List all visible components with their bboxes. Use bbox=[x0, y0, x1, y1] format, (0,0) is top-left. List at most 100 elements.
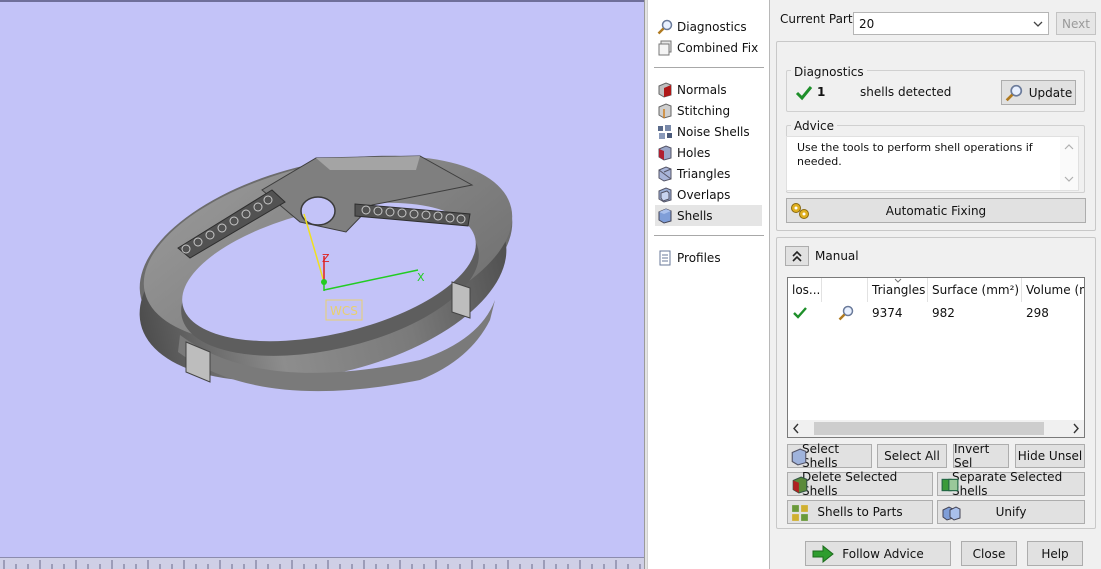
triangles-cell: 9374 bbox=[872, 306, 903, 320]
document-icon bbox=[659, 250, 671, 265]
column-header-label: Triangles bbox=[872, 283, 926, 297]
scroll-right-icon[interactable] bbox=[1072, 423, 1080, 434]
delete-selected-shells-label: Delete Selected Shells bbox=[802, 470, 898, 498]
nav-item-triangles[interactable]: Triangles bbox=[655, 163, 762, 184]
nav-item-label: Diagnostics bbox=[677, 19, 747, 34]
nav-item-stitching[interactable]: Stitching bbox=[655, 100, 762, 121]
ring-model[interactable]: Z X WCS bbox=[0, 0, 644, 569]
shells-cube-icon bbox=[658, 207, 672, 224]
select-all-label: Select All bbox=[884, 449, 940, 463]
current-part-label: Current Part: bbox=[780, 12, 857, 26]
nav-item-normals[interactable]: Normals bbox=[655, 79, 762, 100]
surface-cell: 982 bbox=[932, 306, 955, 320]
hide-unsel-button[interactable]: Hide Unsel bbox=[1015, 444, 1085, 468]
invert-sel-label: Invert Sel bbox=[954, 442, 990, 470]
shell-count: 1 bbox=[817, 85, 826, 99]
inspect-cell[interactable] bbox=[834, 302, 864, 324]
advice-text-box: Use the tools to perform shell operation… bbox=[786, 136, 1079, 191]
manual-label: Manual bbox=[815, 249, 859, 263]
next-button-label: Next bbox=[1062, 16, 1090, 31]
next-button[interactable]: Next bbox=[1056, 12, 1096, 35]
column-triangles[interactable]: Triangles bbox=[868, 278, 928, 302]
column-header-label: Surface (mm²) bbox=[932, 283, 1020, 297]
column-header-label: los... bbox=[792, 283, 821, 297]
update-button[interactable]: Update bbox=[1001, 80, 1076, 105]
column-volume[interactable]: Volume (m bbox=[1022, 278, 1085, 302]
noise-shells-icon bbox=[658, 124, 672, 139]
unify-button[interactable]: Unify bbox=[937, 500, 1085, 524]
scroll-left-icon[interactable] bbox=[792, 423, 800, 434]
column-surface[interactable]: Surface (mm²) bbox=[928, 278, 1022, 302]
nav-divider bbox=[654, 235, 764, 236]
arrow-right-icon bbox=[812, 545, 834, 563]
shells-panel: Current Part: 20 Next Diagnostics 1 shel… bbox=[771, 0, 1101, 569]
nav-item-holes[interactable]: Holes bbox=[655, 142, 762, 163]
nav-item-overlaps[interactable]: Overlaps bbox=[655, 184, 762, 205]
separate-shells-icon bbox=[941, 478, 959, 492]
nav-item-shells[interactable]: Shells bbox=[655, 205, 762, 226]
select-all-button[interactable]: Select All bbox=[877, 444, 947, 468]
follow-advice-button[interactable]: Follow Advice bbox=[805, 541, 951, 566]
automatic-fixing-label: Automatic Fixing bbox=[885, 203, 987, 218]
nav-item-label: Holes bbox=[677, 145, 711, 160]
scrollbar-thumb[interactable] bbox=[814, 422, 1044, 435]
3d-viewport[interactable]: Z X WCS bbox=[0, 0, 644, 569]
triangles-cube-icon bbox=[658, 165, 672, 182]
advice-scrollbar[interactable] bbox=[1060, 137, 1078, 190]
nav-divider bbox=[654, 67, 764, 68]
nav-item-label: Normals bbox=[677, 82, 727, 97]
separate-selected-shells-label: Separate Selected Shells bbox=[952, 470, 1063, 498]
overlaps-cube-icon bbox=[658, 186, 672, 203]
close-button[interactable]: Close bbox=[961, 541, 1017, 566]
nav-item-noise-shells[interactable]: Noise Shells bbox=[655, 121, 762, 142]
column-header-label: Volume (m bbox=[1026, 283, 1085, 297]
follow-advice-label: Follow Advice bbox=[842, 546, 924, 561]
invert-sel-button[interactable]: Invert Sel bbox=[953, 442, 1009, 470]
advice-text: Use the tools to perform shell operation… bbox=[797, 141, 1033, 168]
delete-shell-icon bbox=[792, 476, 808, 494]
column-inspect[interactable] bbox=[822, 278, 868, 302]
nav-item-profiles[interactable]: Profiles bbox=[655, 247, 762, 268]
update-button-label: Update bbox=[1028, 85, 1073, 100]
table-row[interactable] bbox=[788, 302, 822, 324]
axis-z-label: Z bbox=[322, 252, 330, 265]
help-button[interactable]: Help bbox=[1027, 541, 1083, 566]
normals-cube-icon bbox=[658, 81, 672, 98]
viewport-ruler bbox=[0, 557, 644, 569]
check-icon bbox=[793, 307, 807, 319]
shells-cube-icon bbox=[791, 448, 807, 466]
automatic-fixing-button[interactable]: Automatic Fixing bbox=[786, 198, 1086, 223]
sort-indicator-icon bbox=[894, 278, 902, 283]
magnifier-icon bbox=[838, 305, 854, 321]
nav-item-label: Noise Shells bbox=[677, 124, 750, 139]
hide-unsel-label: Hide Unsel bbox=[1017, 449, 1083, 463]
unify-label: Unify bbox=[995, 505, 1027, 519]
nav-item-label: Shells bbox=[677, 208, 713, 223]
axis-x-label: X bbox=[417, 271, 425, 284]
shells-table[interactable]: los... Triangles Surface (mm²) Volume (m… bbox=[787, 277, 1085, 438]
shells-to-parts-icon bbox=[792, 505, 808, 521]
wcs-label: WCS bbox=[330, 304, 358, 318]
column-closed[interactable]: los... bbox=[788, 278, 822, 302]
volume-cell: 298 bbox=[1026, 306, 1049, 320]
nav-item-combined-fix[interactable]: Combined Fix bbox=[655, 37, 762, 58]
shells-to-parts-button[interactable]: Shells to Parts bbox=[787, 500, 933, 524]
delete-selected-shells-button[interactable]: Delete Selected Shells bbox=[787, 470, 933, 498]
tool-navigation: Diagnostics Combined Fix Normals Stitchi… bbox=[648, 0, 770, 569]
table-horizontal-scrollbar[interactable] bbox=[788, 420, 1084, 437]
check-icon bbox=[795, 86, 813, 101]
nav-item-label: Profiles bbox=[677, 250, 721, 265]
shells-detected-label: shells detected bbox=[860, 85, 952, 99]
current-part-select[interactable]: 20 bbox=[853, 12, 1049, 35]
chevron-down-icon bbox=[1033, 21, 1043, 27]
combined-fix-icon bbox=[658, 40, 672, 55]
help-label: Help bbox=[1041, 546, 1069, 561]
nav-item-label: Triangles bbox=[677, 166, 731, 181]
stitching-cube-icon bbox=[658, 102, 672, 119]
nav-item-diagnostics[interactable]: Diagnostics bbox=[655, 16, 762, 37]
select-shells-button[interactable]: Select Shells bbox=[787, 442, 872, 470]
magnifier-icon bbox=[657, 19, 673, 34]
collapse-manual-button[interactable] bbox=[785, 246, 809, 266]
shells-to-parts-label: Shells to Parts bbox=[817, 505, 903, 519]
separate-selected-shells-button[interactable]: Separate Selected Shells bbox=[937, 470, 1085, 498]
